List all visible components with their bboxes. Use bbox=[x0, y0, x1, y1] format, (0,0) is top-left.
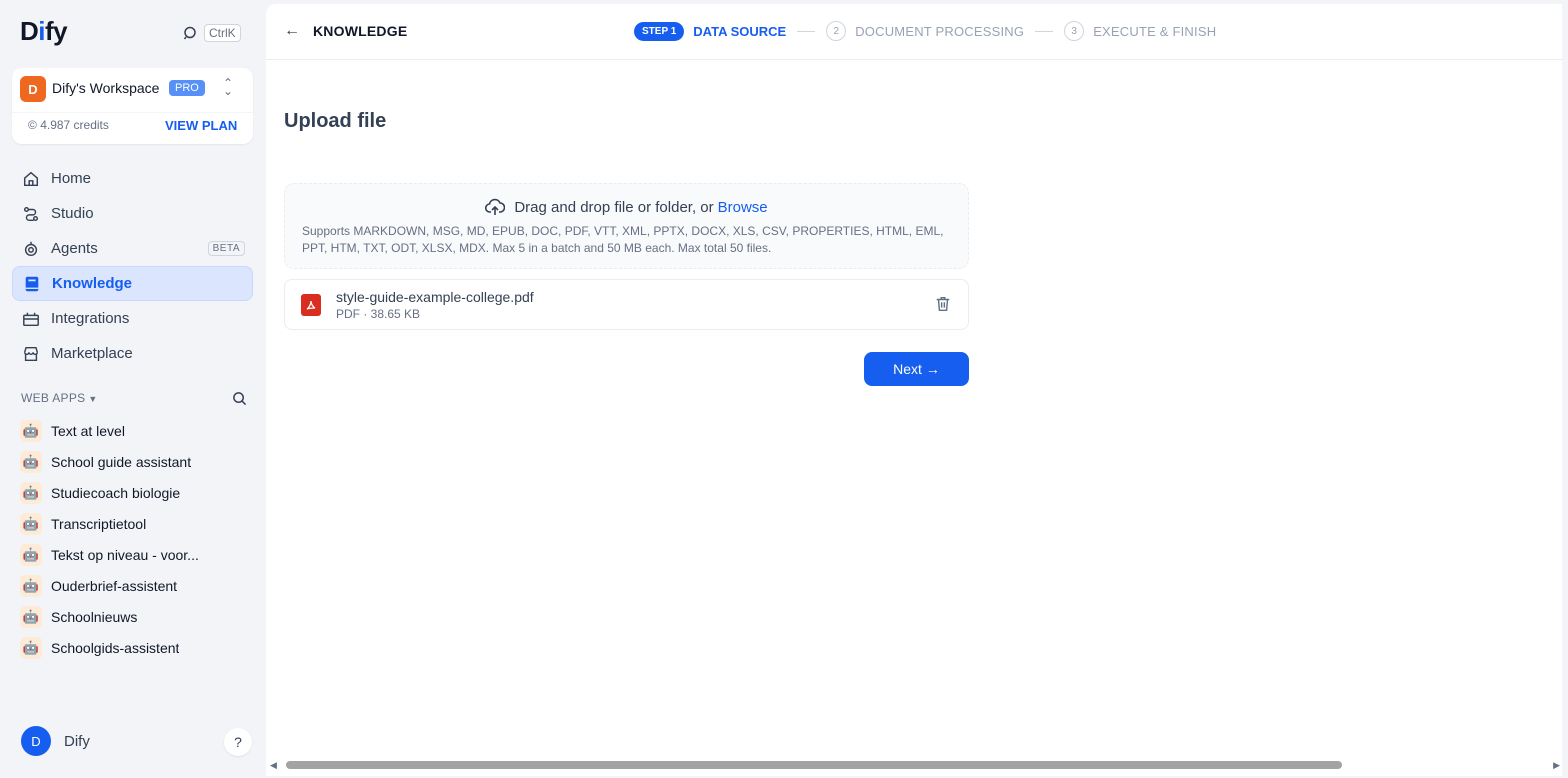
browse-link[interactable]: Browse bbox=[718, 199, 768, 216]
horizontal-scrollbar[interactable]: ◀ ▶ bbox=[270, 758, 1560, 772]
nav-label: Home bbox=[51, 170, 92, 187]
main-panel: ← KNOWLEDGE STEP 1 DATA SOURCE 2 DOCUMEN… bbox=[266, 4, 1562, 776]
beta-badge: BETA bbox=[207, 241, 245, 256]
user-name: Dify bbox=[64, 732, 90, 750]
robot-icon: 🤖 bbox=[20, 419, 42, 442]
back-arrow-icon[interactable]: ← bbox=[284, 22, 300, 40]
step-divider bbox=[1035, 30, 1054, 32]
drop-instructions: Drag and drop file or folder, or Browse bbox=[285, 197, 968, 217]
nav-item-marketplace[interactable]: Marketplace bbox=[12, 336, 253, 371]
webapps-toggle[interactable]: WEB APPS ▼ bbox=[21, 389, 97, 407]
workspace-divider bbox=[12, 112, 253, 113]
file-name: style-guide-example-college.pdf bbox=[336, 289, 534, 305]
integrations-icon bbox=[23, 312, 39, 326]
robot-icon: 🤖 bbox=[20, 636, 42, 659]
nav-item-knowledge[interactable]: Knowledge bbox=[12, 266, 253, 301]
help-button[interactable]: ? bbox=[224, 728, 252, 756]
step-3-number: 3 bbox=[1064, 21, 1085, 41]
caret-down-icon: ▼ bbox=[88, 394, 98, 404]
robot-icon: 🤖 bbox=[20, 512, 42, 535]
nav-item-studio[interactable]: Studio bbox=[12, 196, 253, 231]
scrollbar-thumb[interactable] bbox=[286, 761, 1342, 769]
nav-label: Agents bbox=[51, 240, 98, 257]
step-3-label: EXECUTE & FINISH bbox=[1093, 23, 1217, 39]
page-title: Upload file bbox=[284, 110, 387, 132]
step-1-pill: STEP 1 bbox=[634, 21, 685, 41]
delete-file-button[interactable] bbox=[934, 295, 952, 318]
scroll-left-icon[interactable]: ◀ bbox=[270, 760, 277, 771]
breadcrumb: KNOWLEDGE bbox=[313, 23, 408, 39]
robot-icon: 🤖 bbox=[20, 574, 42, 597]
nav-label: Knowledge bbox=[52, 275, 133, 292]
workspace-name[interactable]: Dify's Workspace bbox=[52, 80, 159, 96]
webapps-header: WEB APPS ▼ bbox=[21, 389, 247, 407]
next-button[interactable]: Next → bbox=[864, 352, 969, 386]
uploaded-file-row: style-guide-example-college.pdf PDF · 38… bbox=[284, 279, 969, 330]
search-assistant-icon[interactable] bbox=[182, 25, 198, 41]
marketplace-icon bbox=[23, 346, 39, 361]
webapp-item[interactable]: 🤖 Tekst op niveau - voor... bbox=[20, 539, 250, 570]
search-shortcut[interactable]: CtrlK bbox=[182, 24, 241, 42]
webapp-item[interactable]: 🤖 Text at level bbox=[20, 415, 250, 446]
nav-item-integrations[interactable]: Integrations bbox=[12, 301, 253, 336]
user-account[interactable]: D Dify bbox=[21, 726, 90, 756]
dify-logo[interactable]: Dify bbox=[20, 16, 68, 47]
robot-icon: 🤖 bbox=[20, 543, 42, 566]
nav-label: Studio bbox=[51, 205, 94, 222]
webapp-item[interactable]: 🤖 School guide assistant bbox=[20, 446, 250, 477]
user-avatar: D bbox=[21, 726, 51, 756]
cloud-upload-icon bbox=[485, 198, 506, 215]
sidebar: Dify CtrlK D Dify's Workspace PRO ⌃ ⌄ © 4… bbox=[0, 0, 266, 778]
stepper: STEP 1 DATA SOURCE 2 DOCUMENT PROCESSING… bbox=[634, 21, 1216, 41]
webapp-item[interactable]: 🤖 Studiecoach biologie bbox=[20, 477, 250, 508]
robot-icon: 🤖 bbox=[20, 481, 42, 504]
shortcut-key: CtrlK bbox=[204, 24, 241, 42]
workspace-switch-icon[interactable]: ⌃ ⌄ bbox=[223, 77, 233, 97]
webapp-item[interactable]: 🤖 Transcriptietool bbox=[20, 508, 250, 539]
robot-icon: 🤖 bbox=[20, 605, 42, 628]
step-2-label: DOCUMENT PROCESSING bbox=[855, 23, 1025, 39]
trash-icon bbox=[936, 296, 950, 312]
webapp-item[interactable]: 🤖 Ouderbrief-assistent bbox=[20, 570, 250, 601]
step-1-label: DATA SOURCE bbox=[693, 23, 787, 39]
scroll-right-icon[interactable]: ▶ bbox=[1553, 760, 1560, 771]
file-meta: PDF · 38.65 KB bbox=[336, 307, 421, 321]
knowledge-book-icon bbox=[25, 276, 39, 291]
top-bar: ← KNOWLEDGE STEP 1 DATA SOURCE 2 DOCUMEN… bbox=[266, 4, 1562, 60]
pdf-file-icon bbox=[301, 294, 321, 316]
step-2-number: 2 bbox=[826, 21, 847, 41]
studio-icon bbox=[23, 206, 39, 221]
nav-label: Integrations bbox=[51, 310, 130, 327]
file-dropzone[interactable]: Drag and drop file or folder, or Browse … bbox=[284, 183, 969, 269]
webapp-item[interactable]: 🤖 Schoolnieuws bbox=[20, 601, 250, 632]
nav-item-home[interactable]: Home bbox=[12, 161, 253, 196]
webapps-list: 🤖 Text at level 🤖 School guide assistant 🤖… bbox=[20, 415, 250, 663]
nav-label: Marketplace bbox=[51, 345, 133, 362]
step-divider bbox=[797, 30, 816, 32]
credits-text: © 4.987 credits bbox=[28, 118, 109, 132]
supported-formats: Supports MARKDOWN, MSG, MD, EPUB, DOC, P… bbox=[302, 224, 944, 255]
workspace-avatar: D bbox=[20, 76, 46, 102]
agents-icon bbox=[24, 241, 38, 256]
view-plan-link[interactable]: VIEW PLAN bbox=[165, 118, 237, 133]
search-icon[interactable] bbox=[232, 391, 247, 406]
plan-badge: PRO bbox=[169, 80, 205, 96]
webapp-item[interactable]: 🤖 Schoolgids-assistent bbox=[20, 632, 250, 663]
home-icon bbox=[23, 171, 39, 186]
robot-icon: 🤖 bbox=[20, 450, 42, 473]
main-nav: Home Studio Agents BETA Knowledge Integr… bbox=[12, 161, 253, 371]
workspace-card: D Dify's Workspace PRO ⌃ ⌄ © 4.987 credit… bbox=[12, 68, 253, 144]
nav-item-agents[interactable]: Agents BETA bbox=[12, 231, 253, 266]
